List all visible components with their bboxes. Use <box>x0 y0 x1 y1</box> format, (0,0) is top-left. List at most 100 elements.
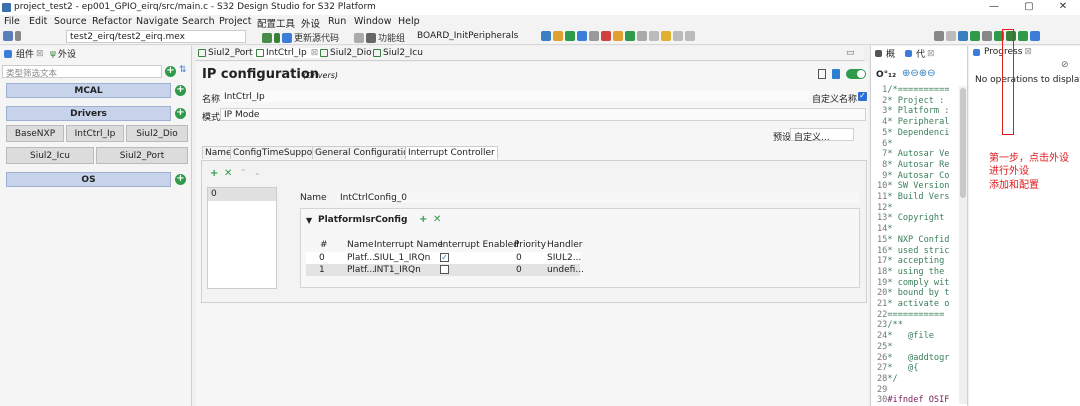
group-mcal[interactable]: MCAL <box>6 83 171 98</box>
menu-refactor[interactable]: Refactor <box>92 16 132 27</box>
tool-icon[interactable] <box>637 31 647 41</box>
perspective-icon[interactable] <box>1018 31 1028 41</box>
tab-interrupt-controller[interactable]: Interrupt Controller <box>405 146 498 159</box>
tab-general-configuration[interactable]: General Configuration <box>312 146 418 159</box>
function-group-icon[interactable] <box>366 32 376 43</box>
add-icon[interactable]: + <box>165 66 176 77</box>
mex-path-field[interactable]: test2_eirq/test2_eirq.mex <box>66 30 246 43</box>
tab-code[interactable]: 代 ⊠ <box>905 47 935 60</box>
tab-components[interactable]: 组件 ⊠ <box>4 47 44 60</box>
tool-icon[interactable] <box>577 31 587 41</box>
menu-edit[interactable]: Edit <box>29 16 47 27</box>
list-item[interactable]: 0 <box>208 188 276 201</box>
add-drivers-icon[interactable]: + <box>175 108 186 119</box>
tool-icon[interactable] <box>625 31 635 41</box>
tool-icon[interactable] <box>541 31 551 41</box>
interrupt-enabled-checkbox[interactable] <box>440 265 449 274</box>
filter-input[interactable]: 类型筛选文本 <box>2 65 162 79</box>
group-drivers[interactable]: Drivers <box>6 106 171 121</box>
menu-peripherals[interactable]: 外设 <box>301 16 320 30</box>
line-number: 11 <box>877 192 888 203</box>
custom-name-checkbox[interactable]: ✓ <box>858 92 867 101</box>
maximize-button[interactable]: ▢ <box>1019 1 1039 12</box>
close-tab-icon[interactable]: ⊠ <box>311 48 319 58</box>
tab-intctrl-ip[interactable]: IntCtrl_Ip ⊠ <box>254 48 321 58</box>
preset-select[interactable]: 自定义... <box>790 128 854 143</box>
clear-icon[interactable]: ⊘ <box>1061 60 1069 70</box>
mode-select[interactable]: IP Mode <box>220 108 866 121</box>
tool-icon[interactable] <box>613 31 623 41</box>
remove-row-icon[interactable]: ✕ <box>433 214 441 225</box>
name-field[interactable]: IntCtrl_Ip <box>220 90 810 103</box>
new-icon[interactable] <box>3 31 13 41</box>
table-row[interactable]: 1 Platf... INT1_IRQn 0 undefi... <box>306 264 584 276</box>
perspective-icon[interactable] <box>982 31 992 41</box>
perspective-icon[interactable] <box>970 31 980 41</box>
interrupt-enabled-checkbox[interactable]: ✓ <box>440 253 449 262</box>
menu-window[interactable]: Window <box>354 16 391 27</box>
config-name-field[interactable]: IntCtrlConfig_0 <box>336 191 860 204</box>
menu-source[interactable]: Source <box>54 16 87 27</box>
tab-outline[interactable]: 概 <box>875 47 895 60</box>
code-line: 25* <box>877 342 949 353</box>
menu-navigate[interactable]: Navigate <box>136 16 179 27</box>
tool-icon[interactable] <box>661 31 671 41</box>
add-os-icon[interactable]: + <box>175 174 186 185</box>
tool-icon[interactable] <box>649 31 659 41</box>
tool-icon[interactable] <box>589 31 599 41</box>
arrow-icon[interactable] <box>274 32 280 43</box>
remove-item-icon[interactable]: ✕ <box>224 168 232 179</box>
tab-config-time-support[interactable]: ConfigTimeSupport <box>230 146 323 159</box>
group-os[interactable]: OS <box>6 172 171 187</box>
perspective-icon[interactable] <box>946 31 956 41</box>
sort-icon[interactable]: ⇅ <box>179 65 187 75</box>
component-siul2-icu[interactable]: Siul2_Icu <box>6 147 94 164</box>
arrow-down-icon[interactable] <box>354 32 364 43</box>
component-siul2-dio[interactable]: Siul2_Dio <box>126 125 188 142</box>
component-siul2-port[interactable]: Siul2_Port <box>96 147 188 164</box>
update-code-icon[interactable] <box>282 32 292 43</box>
tab-peripherals[interactable]: ψ 外设 <box>50 47 76 61</box>
tab-outline-label: 概 <box>886 50 896 60</box>
enable-toggle[interactable] <box>846 69 866 79</box>
scrollbar[interactable] <box>959 86 967 404</box>
search-icon[interactable] <box>934 31 944 41</box>
perspective-icon[interactable] <box>1030 31 1040 41</box>
tool-icon[interactable] <box>685 31 695 41</box>
tool-icon[interactable] <box>553 31 563 41</box>
table-row[interactable]: 0 Platf... SIUL_1_IRQn ✓ 0 SIUL2... <box>306 252 581 264</box>
menu-help[interactable]: Help <box>398 16 420 27</box>
move-down-icon[interactable]: ⌄ <box>254 168 261 177</box>
tab-siul2-dio[interactable]: Siul2_Dio <box>320 48 372 58</box>
tool-icon[interactable] <box>673 31 683 41</box>
line-text: * Dependenci <box>887 127 950 138</box>
file-icon <box>373 49 381 57</box>
menu-file[interactable]: File <box>4 16 20 27</box>
menu-project[interactable]: Project <box>219 16 252 27</box>
minimize-view-icon[interactable]: ▭ <box>846 48 855 58</box>
collapse-icon[interactable]: ▼ <box>306 216 312 225</box>
move-up-icon[interactable]: ⌃ <box>240 168 247 177</box>
menu-search[interactable]: Search <box>182 16 215 27</box>
minimize-button[interactable]: — <box>984 1 1004 12</box>
add-row-icon[interactable]: + <box>419 214 427 225</box>
perspective-icon[interactable] <box>958 31 968 41</box>
home-icon[interactable] <box>262 32 272 43</box>
menu-config-tools[interactable]: 配置工具 <box>257 16 295 30</box>
add-mcal-icon[interactable]: + <box>175 85 186 96</box>
component-basenxp[interactable]: BaseNXP <box>6 125 64 142</box>
add-item-icon[interactable]: + <box>210 168 218 179</box>
close-button[interactable]: ✕ <box>1053 1 1073 12</box>
menu-run[interactable]: Run <box>328 16 346 27</box>
component-intctrl-ip[interactable]: IntCtrl_Ip <box>66 125 124 142</box>
lock-icon[interactable] <box>832 69 840 79</box>
tool-icon[interactable] <box>601 31 611 41</box>
tab-siul2-port[interactable]: Siul2_Port <box>198 48 253 58</box>
update-code-button[interactable]: 更新源代码 <box>294 31 339 44</box>
dropdown-icon[interactable] <box>15 31 21 41</box>
tool-icon[interactable] <box>565 31 575 41</box>
tab-siul2-icu[interactable]: Siul2_Icu <box>373 48 423 58</box>
function-group-select[interactable]: BOARD_InitPeripherals <box>414 30 538 43</box>
zoom-tools-icon[interactable]: ⊕⊖⊕⊖ <box>902 68 936 79</box>
document-icon[interactable] <box>818 69 826 79</box>
